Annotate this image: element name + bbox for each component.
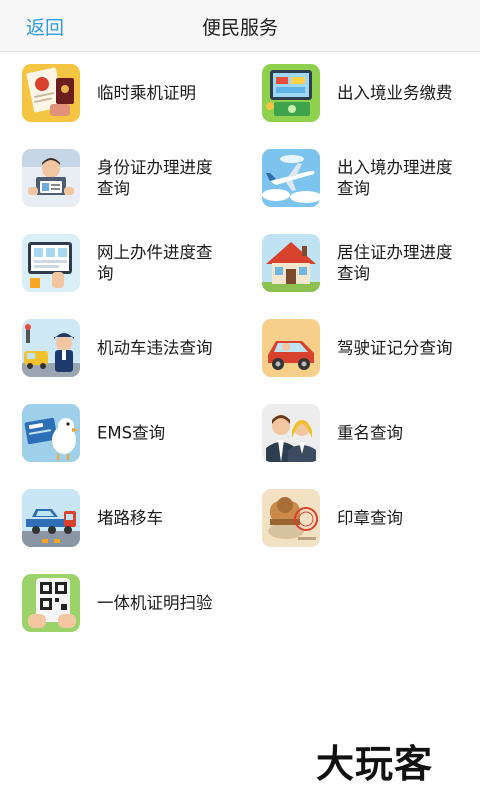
stamp-icon	[262, 489, 320, 547]
service-item-ems[interactable]: EMS查询	[0, 392, 240, 477]
page-title: 便民服务	[201, 17, 278, 39]
service-item-temp-boarding[interactable]: 临时乘机证明	[0, 52, 240, 137]
service-label: 居住证办理进度查询	[337, 243, 453, 283]
service-item-license-points[interactable]: 驾驶证记分查询	[240, 307, 480, 392]
service-item-online-progress[interactable]: 网上办件进度查询	[0, 222, 240, 307]
ems-bird-icon	[22, 404, 80, 462]
service-item-duplicate-name[interactable]: 重名查询	[240, 392, 480, 477]
service-item-seal[interactable]: 印章查询	[240, 477, 480, 562]
service-label: 临时乘机证明	[97, 83, 196, 103]
watermark-logo: 大玩客	[316, 741, 434, 786]
service-item-residence-permit[interactable]: 居住证办理进度查询	[240, 222, 480, 307]
phone-payment-icon	[262, 64, 320, 122]
service-label: 堵路移车	[97, 508, 163, 528]
tow-truck-icon	[22, 489, 80, 547]
service-label: 驾驶证记分查询	[337, 338, 453, 358]
service-grid: 临时乘机证明 出入境业务缴费 身份证办理进度查询 出入境办理进度查询 网上办件进…	[0, 52, 480, 647]
service-label: 出入境业务缴费	[337, 83, 453, 103]
service-item-qr-verify[interactable]: 一体机证明扫验	[0, 562, 240, 647]
house-icon	[262, 234, 320, 292]
airplane-icon	[262, 149, 320, 207]
top-bar: 返回 便民服务	[0, 0, 480, 52]
id-card-icon	[22, 149, 80, 207]
service-item-id-card-progress[interactable]: 身份证办理进度查询	[0, 137, 240, 222]
service-label: 出入境办理进度查询	[337, 158, 453, 198]
service-label: 重名查询	[337, 423, 403, 443]
traffic-police-icon	[22, 319, 80, 377]
two-people-icon	[262, 404, 320, 462]
service-label: 机动车违法查询	[97, 338, 213, 358]
service-label: 网上办件进度查询	[97, 243, 213, 283]
service-label: 一体机证明扫验	[97, 593, 213, 613]
service-item-move-car[interactable]: 堵路移车	[0, 477, 240, 562]
service-label: 身份证办理进度查询	[97, 158, 213, 198]
passport-certificate-icon	[22, 64, 80, 122]
tablet-forms-icon	[22, 234, 80, 292]
service-label: EMS查询	[97, 423, 166, 443]
car-driver-icon	[262, 319, 320, 377]
service-item-entry-exit-progress[interactable]: 出入境办理进度查询	[240, 137, 480, 222]
service-item-entry-exit-fee[interactable]: 出入境业务缴费	[240, 52, 480, 137]
service-label: 印章查询	[337, 508, 403, 528]
qr-scan-icon	[22, 574, 80, 632]
service-item-vehicle-violation[interactable]: 机动车违法查询	[0, 307, 240, 392]
